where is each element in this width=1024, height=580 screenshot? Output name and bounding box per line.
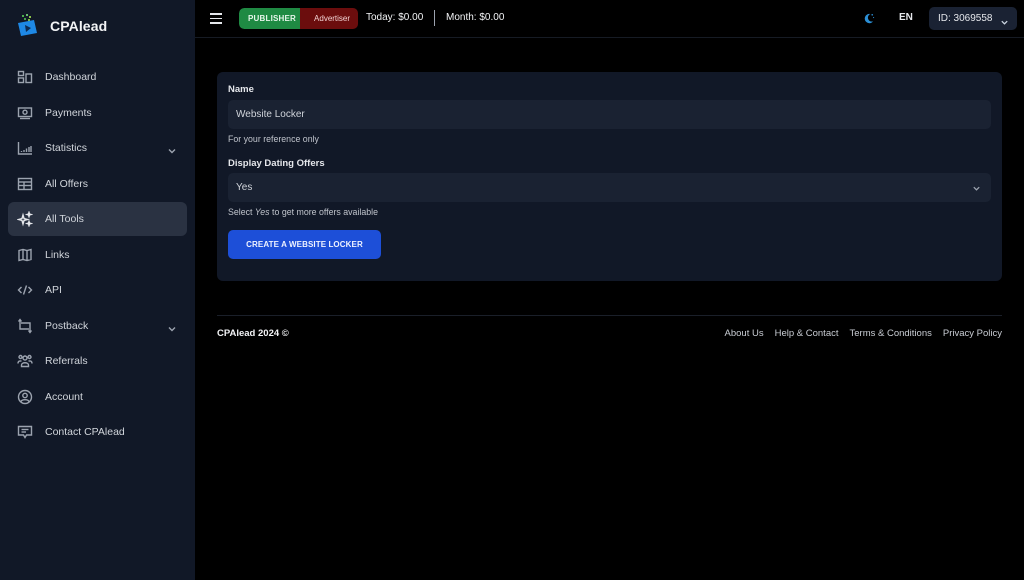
stats-divider — [434, 10, 435, 26]
moon-icon[interactable] — [862, 12, 875, 25]
sidebar-item-label: Referrals — [45, 355, 88, 367]
sidebar-item-label: Account — [45, 390, 83, 403]
sidebar-item-api[interactable]: API — [8, 273, 187, 307]
footer-link-help[interactable]: Help & Contact — [775, 328, 839, 339]
map-icon — [17, 247, 33, 263]
footer-copyright: CPAlead 2024 © — [217, 328, 289, 339]
name-input[interactable]: Website Locker — [228, 100, 991, 129]
sparkles-icon — [17, 211, 33, 227]
sidebar-item-links[interactable]: Links — [8, 238, 187, 272]
sidebar-item-label: Payments — [45, 106, 92, 119]
code-icon — [17, 282, 33, 298]
sidebar-item-dashboard[interactable]: Dashboard — [8, 60, 187, 94]
statistics-icon — [17, 140, 33, 156]
advertiser-role-button[interactable]: Advertiser — [300, 8, 359, 29]
sidebar-item-label: Links — [45, 248, 70, 261]
sidebar-item-all-tools[interactable]: All Tools — [8, 202, 187, 236]
footer-link-privacy[interactable]: Privacy Policy — [943, 328, 1002, 339]
dating-offers-label: Display Dating Offers — [228, 158, 325, 169]
sidebar-item-label: Statistics — [45, 142, 88, 154]
dating-offers-help-text: Select Yes to get more offers available — [228, 207, 378, 217]
name-help-text: For your reference only — [228, 134, 319, 144]
cpalead-logo-icon — [18, 14, 37, 36]
sidebar-item-all-offers[interactable]: All Offers — [8, 167, 187, 201]
website-locker-form: Name Website Locker For your reference o… — [217, 72, 1002, 281]
footer-links: About Us Help & Contact Terms & Conditio… — [725, 328, 1002, 339]
name-input-value: Website Locker — [236, 109, 305, 120]
dashboard-icon — [17, 69, 33, 85]
chevron-down-icon[interactable] — [167, 321, 177, 331]
sidebar-item-label: Contact CPAlead — [45, 426, 125, 438]
payments-icon — [17, 105, 33, 121]
sidebar-item-label: Postback — [45, 319, 89, 332]
user-circle-icon — [17, 389, 33, 405]
help-prefix: Select — [228, 207, 255, 217]
today-earnings: Today: $0.00 — [366, 12, 424, 23]
sidebar-item-statistics[interactable]: Statistics — [8, 131, 187, 165]
sidebar-item-account[interactable]: Account — [8, 380, 187, 414]
postback-icon — [17, 317, 33, 334]
sidebar-item-label: Dashboard — [45, 71, 97, 83]
footer-link-terms[interactable]: Terms & Conditions — [850, 328, 932, 339]
account-id-dropdown[interactable]: ID: 3069558 — [929, 7, 1017, 30]
create-website-locker-button[interactable]: CREATE A WEBSITE LOCKER — [228, 230, 381, 259]
help-emphasis: Yes — [254, 207, 270, 217]
hamburger-icon[interactable] — [210, 13, 222, 24]
sidebar-item-contact[interactable]: Contact CPAlead — [8, 415, 187, 449]
offers-table-icon — [17, 176, 33, 192]
role-toggle: PUBLISHER Advertiser — [239, 8, 359, 29]
sidebar-nav: Dashboard Payments Statistics All Offers… — [8, 60, 187, 451]
sidebar-item-postback[interactable]: Postback — [8, 309, 187, 343]
name-label: Name — [228, 84, 254, 95]
month-earnings: Month: $0.00 — [446, 12, 505, 23]
sidebar-item-label: All Offers — [45, 177, 88, 190]
sidebar-item-label: All Tools — [45, 213, 84, 225]
topbar: PUBLISHER Advertiser Today: $0.00 Month:… — [195, 0, 1024, 38]
sidebar-item-referrals[interactable]: Referrals — [8, 344, 187, 378]
sidebar: CPAlead Dashboard Payments Statistics Al… — [0, 0, 195, 580]
users-group-icon — [17, 353, 33, 369]
publisher-role-button[interactable]: PUBLISHER — [239, 8, 306, 29]
footer-divider — [217, 315, 1002, 316]
dating-offers-select[interactable]: Yes — [228, 173, 991, 202]
chevron-down-icon — [972, 184, 981, 193]
account-id: ID: 3069558 — [938, 13, 993, 24]
footer-link-about[interactable]: About Us — [725, 328, 764, 339]
sidebar-item-label: API — [45, 284, 62, 296]
help-suffix: to get more offers available — [269, 207, 378, 217]
language-selector[interactable]: EN — [899, 12, 913, 23]
brand[interactable]: CPAlead — [17, 14, 107, 38]
chevron-down-icon[interactable] — [167, 143, 177, 154]
sidebar-item-payments[interactable]: Payments — [8, 96, 187, 130]
chat-icon — [17, 424, 33, 440]
chevron-down-icon — [1000, 14, 1009, 25]
brand-name: CPAlead — [50, 18, 108, 34]
dating-offers-value: Yes — [236, 182, 253, 193]
